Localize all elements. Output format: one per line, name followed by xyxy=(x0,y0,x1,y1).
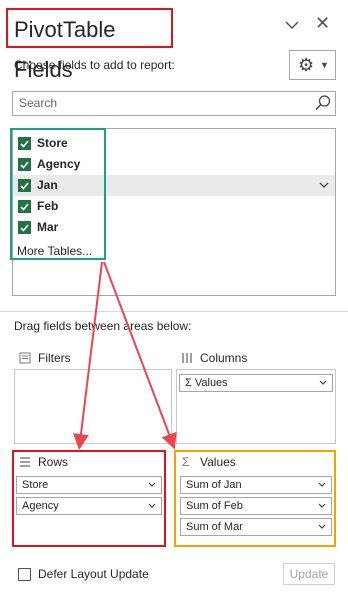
arrow-to-rows xyxy=(73,261,103,450)
defer-checkbox[interactable] xyxy=(18,568,31,581)
annotation-arrows xyxy=(73,261,177,450)
arrow-to-values xyxy=(103,261,177,450)
defer-label: Defer Layout Update xyxy=(38,567,149,581)
update-button[interactable]: Update xyxy=(283,563,335,585)
